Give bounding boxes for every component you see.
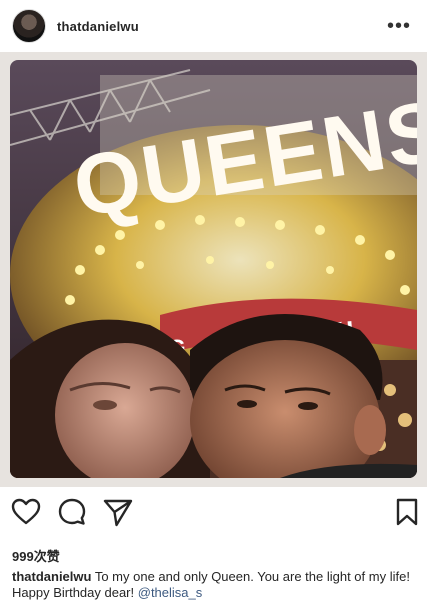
post-photo[interactable]: QUEENS PARKI G xyxy=(10,60,417,478)
share-icon[interactable] xyxy=(102,496,134,528)
action-bar xyxy=(0,496,427,536)
comment-icon[interactable] xyxy=(56,496,88,528)
avatar[interactable] xyxy=(12,9,46,43)
post-username[interactable]: thatdanielwu xyxy=(57,19,139,34)
more-options-icon[interactable]: ••• xyxy=(383,12,415,40)
post-header: thatdanielwu ••• xyxy=(0,0,427,52)
bookmark-icon[interactable] xyxy=(393,496,421,528)
like-count[interactable]: 999次赞 xyxy=(12,546,60,565)
post-caption: thatdanielwu To my one and only Queen. Y… xyxy=(12,569,417,601)
caption-mention[interactable]: @thelisa_s xyxy=(138,585,203,600)
heart-icon[interactable] xyxy=(10,496,42,528)
caption-username[interactable]: thatdanielwu xyxy=(12,569,91,584)
photo-frame: QUEENS PARKI G xyxy=(0,52,427,487)
selfie-image: QUEENS PARKI G xyxy=(10,60,417,478)
